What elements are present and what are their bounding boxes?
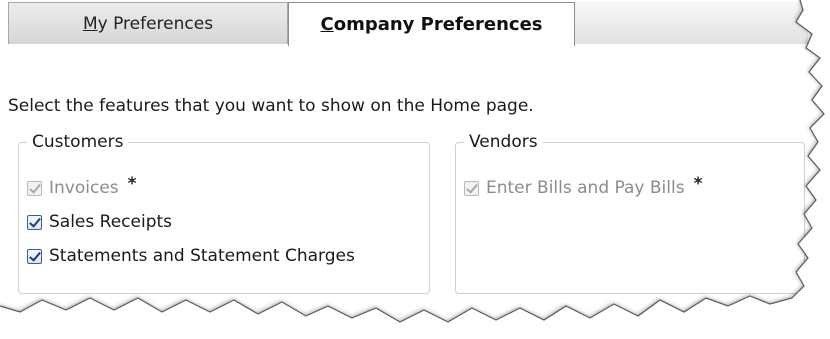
sales-receipts-checkbox[interactable] bbox=[27, 214, 42, 230]
statements-label[interactable]: Statements and Statement Charges bbox=[49, 246, 355, 266]
sales-receipts-option[interactable]: Sales Receipts bbox=[27, 208, 172, 236]
enter-bills-label: Enter Bills and Pay Bills bbox=[486, 178, 685, 198]
invoices-option: Invoices * bbox=[27, 174, 137, 202]
tab-my-preferences[interactable]: My Preferences bbox=[8, 2, 288, 44]
instruction-text: Select the features that you want to sho… bbox=[8, 96, 534, 116]
required-asterisk: * bbox=[693, 174, 703, 194]
customers-group: Customers Invoices * Sales Receipts Stat… bbox=[18, 132, 430, 294]
preferences-window: My Preferences Company Preferences Selec… bbox=[0, 0, 830, 339]
vendors-group-title: Vendors bbox=[469, 132, 538, 152]
required-asterisk: * bbox=[127, 174, 137, 194]
tab-label: y Preferences bbox=[97, 13, 214, 34]
tab-label: ompany Preferences bbox=[333, 14, 543, 35]
tab-mnemonic: C bbox=[320, 14, 334, 35]
sales-receipts-label[interactable]: Sales Receipts bbox=[49, 212, 172, 232]
statements-checkbox[interactable] bbox=[27, 248, 42, 264]
customers-group-title: Customers bbox=[32, 132, 124, 152]
preferences-panel: Select the features that you want to sho… bbox=[8, 44, 808, 314]
statements-option[interactable]: Statements and Statement Charges bbox=[27, 242, 355, 270]
invoices-checkbox[interactable] bbox=[27, 180, 42, 196]
vendors-group: Vendors Enter Bills and Pay Bills * bbox=[455, 132, 805, 294]
tab-mnemonic: M bbox=[82, 13, 98, 34]
enter-bills-checkbox[interactable] bbox=[464, 180, 479, 196]
invoices-label: Invoices bbox=[49, 178, 119, 198]
tab-strip: My Preferences Company Preferences bbox=[8, 2, 808, 46]
tab-company-preferences[interactable]: Company Preferences bbox=[288, 2, 575, 46]
enter-bills-option: Enter Bills and Pay Bills * bbox=[464, 174, 702, 202]
